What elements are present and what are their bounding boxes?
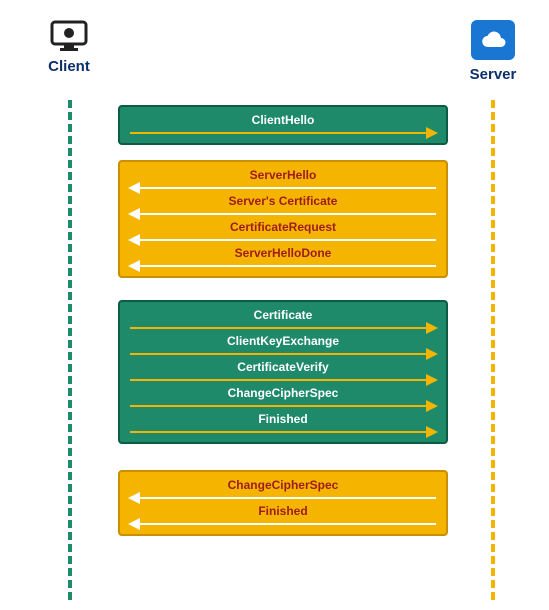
arrow-right-icon bbox=[130, 402, 436, 410]
arrow-right-icon bbox=[130, 428, 436, 436]
message-row: ClientHello bbox=[130, 113, 436, 139]
message-row: Server's Certificate bbox=[130, 194, 436, 220]
message-row: ClientKeyExchange bbox=[130, 334, 436, 360]
message-row: Finished bbox=[130, 412, 436, 438]
arrow-left-icon bbox=[130, 236, 436, 244]
arrow-right-icon bbox=[130, 376, 436, 384]
arrow-left-icon bbox=[130, 184, 436, 192]
message-label: Server's Certificate bbox=[130, 194, 436, 210]
message-row: CertificateVerify bbox=[130, 360, 436, 386]
arrow-left-icon bbox=[130, 494, 436, 502]
monitor-icon bbox=[34, 20, 104, 52]
message-group-client-1: ClientHello bbox=[118, 105, 448, 145]
client-lifeline bbox=[68, 100, 72, 600]
message-row: ChangeCipherSpec bbox=[130, 478, 436, 504]
cloud-icon bbox=[458, 20, 528, 60]
arrow-left-icon bbox=[130, 520, 436, 528]
message-label: ChangeCipherSpec bbox=[130, 478, 436, 494]
arrow-right-icon bbox=[130, 324, 436, 332]
client-endpoint: Client bbox=[34, 20, 104, 75]
arrow-left-icon bbox=[130, 210, 436, 218]
server-label: Server bbox=[458, 66, 528, 83]
arrow-left-icon bbox=[130, 262, 436, 270]
message-row: ChangeCipherSpec bbox=[130, 386, 436, 412]
arrow-right-icon bbox=[130, 350, 436, 358]
message-group-client-2: Certificate ClientKeyExchange Certificat… bbox=[118, 300, 448, 444]
message-label: ClientHello bbox=[130, 113, 436, 129]
message-row: ServerHelloDone bbox=[130, 246, 436, 272]
message-label: Certificate bbox=[130, 308, 436, 324]
message-label: ServerHelloDone bbox=[130, 246, 436, 262]
message-group-server-1: ServerHello Server's Certificate Certifi… bbox=[118, 160, 448, 278]
message-label: CertificateRequest bbox=[130, 220, 436, 236]
message-label: Finished bbox=[130, 412, 436, 428]
message-row: Finished bbox=[130, 504, 436, 530]
message-label: ServerHello bbox=[130, 168, 436, 184]
message-label: ChangeCipherSpec bbox=[130, 386, 436, 402]
message-label: ClientKeyExchange bbox=[130, 334, 436, 350]
message-group-server-2: ChangeCipherSpec Finished bbox=[118, 470, 448, 536]
client-label: Client bbox=[34, 58, 104, 75]
message-row: Certificate bbox=[130, 308, 436, 334]
message-row: ServerHello bbox=[130, 168, 436, 194]
tls-handshake-diagram: Client Server ClientHello ServerHello Se… bbox=[20, 20, 530, 590]
server-endpoint: Server bbox=[458, 20, 528, 83]
server-lifeline bbox=[491, 100, 495, 600]
message-label: CertificateVerify bbox=[130, 360, 436, 376]
message-label: Finished bbox=[130, 504, 436, 520]
message-row: CertificateRequest bbox=[130, 220, 436, 246]
arrow-right-icon bbox=[130, 129, 436, 137]
